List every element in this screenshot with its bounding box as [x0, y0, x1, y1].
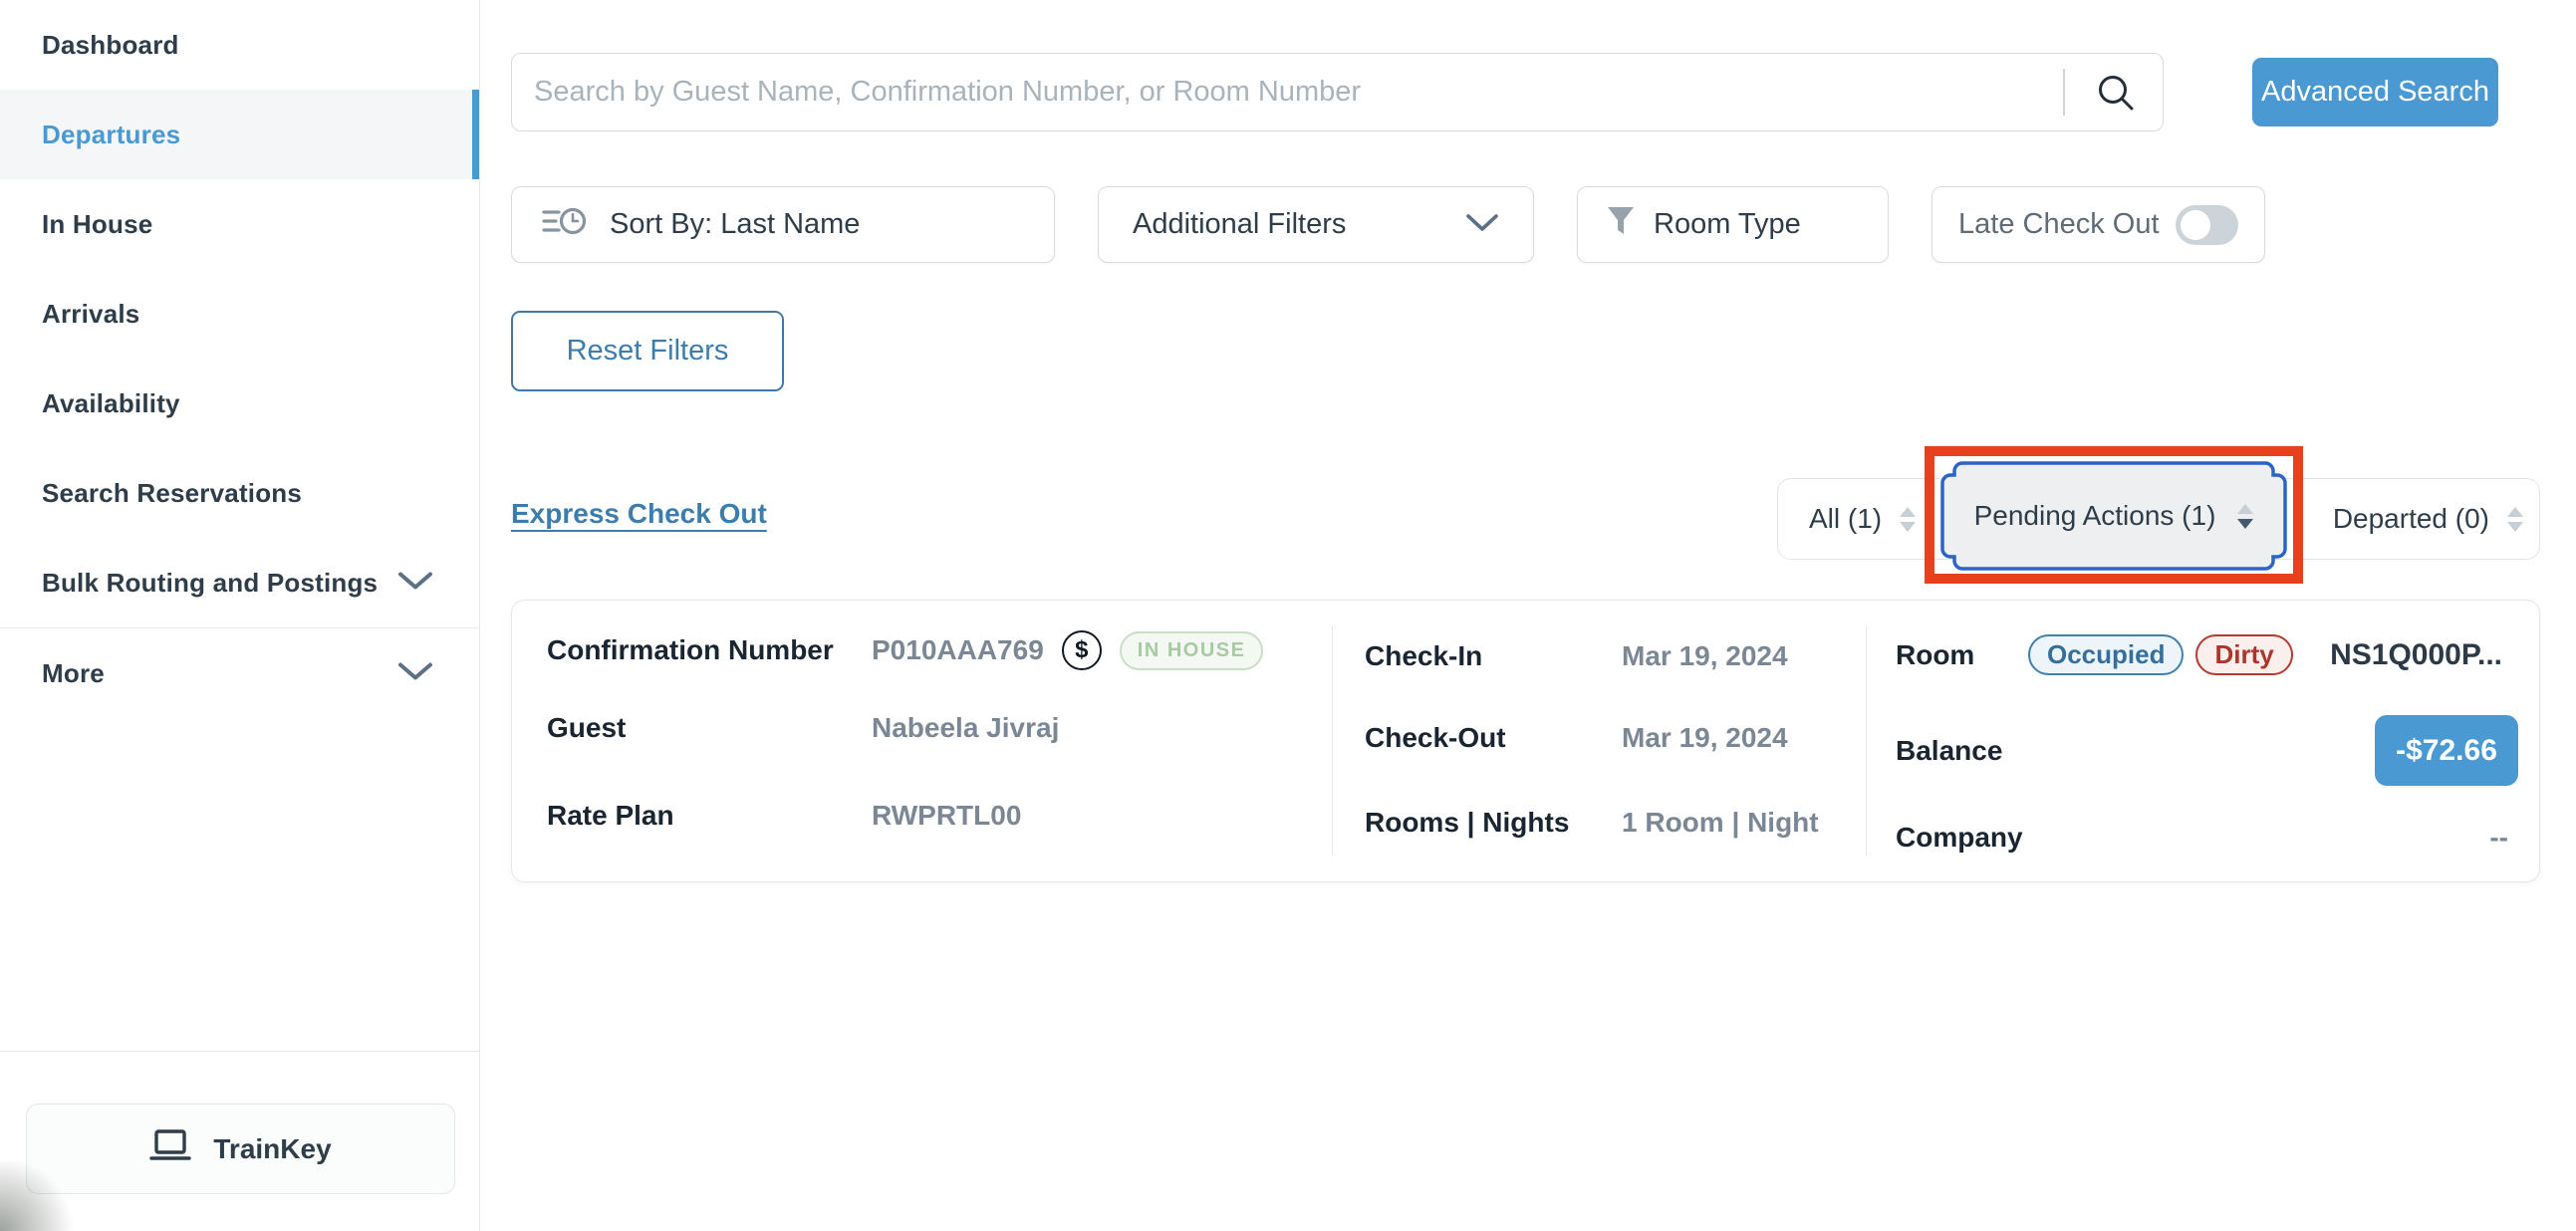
tab-all[interactable]: All (1) [1809, 479, 1916, 559]
confirmation-number-label: Confirmation Number [547, 634, 872, 666]
additional-filters-dropdown[interactable]: Additional Filters [1098, 186, 1534, 263]
sidebar-item-bulk-routing-postings[interactable]: Bulk Routing and Postings [0, 538, 479, 627]
sidebar-item-label: More [42, 658, 105, 689]
tab-pending-actions[interactable]: Pending Actions (1) [1940, 461, 2287, 571]
check-out-value: Mar 19, 2024 [1622, 722, 1788, 754]
sidebar-item-label: Arrivals [42, 299, 139, 330]
search-divider [2063, 69, 2065, 116]
sort-by-time-icon [542, 203, 588, 247]
rate-plan-value: RWPRTL00 [872, 800, 1021, 832]
search-input[interactable] [512, 54, 2163, 130]
toggle-knob [2181, 210, 2210, 240]
tab-all-label: All (1) [1809, 503, 1882, 535]
search-bar [511, 53, 2164, 131]
sidebar-item-arrivals[interactable]: Arrivals [0, 269, 479, 359]
guest-label: Guest [547, 712, 872, 744]
departures-page: Dashboard Departures In House Arrivals A… [0, 0, 2576, 1231]
check-in-label: Check-In [1365, 640, 1622, 672]
company-value: -- [2489, 822, 2518, 854]
guest-row: Guest Nabeela Jivraj [547, 712, 1332, 744]
tab-departed-label: Departed (0) [2333, 503, 2489, 535]
tab-pending-actions-label: Pending Actions (1) [1974, 500, 2216, 532]
room-dirty-badge: Dirty [2195, 634, 2292, 675]
trainkey-label: TrainKey [213, 1133, 331, 1165]
sidebar-item-label: In House [42, 209, 152, 240]
check-in-row: Check-In Mar 19, 2024 [1365, 640, 1833, 672]
check-out-row: Check-Out Mar 19, 2024 [1365, 722, 1833, 754]
sidebar-item-in-house[interactable]: In House [0, 179, 479, 269]
express-check-out-link[interactable]: Express Check Out [511, 498, 767, 530]
search-icon[interactable] [2095, 72, 2137, 114]
rate-plan-label: Rate Plan [547, 800, 872, 832]
chevron-down-icon [1465, 208, 1499, 241]
late-check-out-toggle[interactable] [2176, 205, 2238, 245]
card-column-divider [1332, 626, 1333, 856]
sidebar-item-departures[interactable]: Departures [0, 90, 479, 179]
sort-arrows-icon [1900, 507, 1916, 532]
balance-row: Balance -$72.66 [1896, 715, 2518, 786]
sidebar-item-label: Availability [42, 388, 180, 419]
check-out-label: Check-Out [1365, 722, 1622, 754]
room-label: Room [1896, 639, 2028, 671]
laptop-icon [149, 1128, 191, 1169]
company-row: Company -- [1896, 822, 2518, 854]
additional-filters-label: Additional Filters [1133, 208, 1346, 241]
card-column-divider [1866, 626, 1867, 856]
room-type-filter-button[interactable]: Room Type [1577, 186, 1889, 263]
in-house-status-badge: IN HOUSE [1120, 631, 1264, 670]
sidebar: Dashboard Departures In House Arrivals A… [0, 0, 480, 1231]
sort-by-button[interactable]: Sort By: Last Name [511, 186, 1055, 263]
guest-name-value: Nabeela Jivraj [872, 712, 1059, 744]
tab-departed[interactable]: Departed (0) [2333, 479, 2523, 559]
trainkey-button[interactable]: TrainKey [26, 1104, 455, 1194]
sort-arrows-icon [2237, 504, 2253, 529]
rooms-nights-label: Rooms | Nights [1365, 807, 1622, 839]
confirmation-number-value[interactable]: P010AAA769 [872, 634, 1044, 666]
dollar-circle-icon[interactable]: $ [1062, 630, 1102, 670]
sidebar-item-label: Dashboard [42, 30, 179, 61]
sort-arrows-icon [2507, 507, 2523, 532]
room-type-label: Room Type [1654, 208, 1801, 241]
sidebar-item-search-reservations[interactable]: Search Reservations [0, 448, 479, 538]
sidebar-item-dashboard[interactable]: Dashboard [0, 0, 479, 90]
departures-tab-bar: All (1) Pending Actions (1) Depart [1777, 478, 2540, 560]
room-row: Room Occupied Dirty NS1Q000P... [1896, 634, 2518, 675]
rooms-nights-value: 1 Room | Night [1622, 807, 1819, 839]
balance-amount-button[interactable]: -$72.66 [2375, 715, 2518, 786]
sidebar-item-label: Departures [42, 120, 180, 150]
sidebar-item-more[interactable]: More [0, 628, 479, 718]
sidebar-footer-divider [0, 1051, 479, 1052]
main-content: Advanced Search Sort By: Last Name Addit… [480, 0, 2576, 1231]
rooms-nights-row: Rooms | Nights 1 Room | Night [1365, 807, 1833, 839]
balance-label: Balance [1896, 735, 2002, 767]
rate-plan-row: Rate Plan RWPRTL00 [547, 800, 1332, 832]
advanced-search-button[interactable]: Advanced Search [2252, 58, 2498, 126]
room-occupied-badge: Occupied [2028, 634, 2184, 675]
chevron-down-icon [397, 658, 433, 689]
sidebar-item-availability[interactable]: Availability [0, 359, 479, 448]
sort-by-label: Sort By: Last Name [610, 208, 860, 241]
late-check-out-filter: Late Check Out [1932, 186, 2265, 263]
check-in-value: Mar 19, 2024 [1622, 640, 1788, 672]
reservation-card[interactable]: Confirmation Number P010AAA769 $ IN HOUS… [511, 600, 2540, 882]
sidebar-item-label: Search Reservations [42, 478, 302, 509]
funnel-filter-icon [1606, 205, 1636, 245]
chevron-down-icon [397, 568, 433, 599]
late-check-out-label: Late Check Out [1958, 208, 2160, 241]
confirmation-row: Confirmation Number P010AAA769 $ IN HOUS… [547, 630, 1332, 670]
reset-filters-button[interactable]: Reset Filters [511, 311, 784, 391]
company-label: Company [1896, 822, 2023, 854]
sidebar-item-label: Bulk Routing and Postings [42, 568, 378, 599]
room-number-value[interactable]: NS1Q000P... [2330, 638, 2518, 672]
